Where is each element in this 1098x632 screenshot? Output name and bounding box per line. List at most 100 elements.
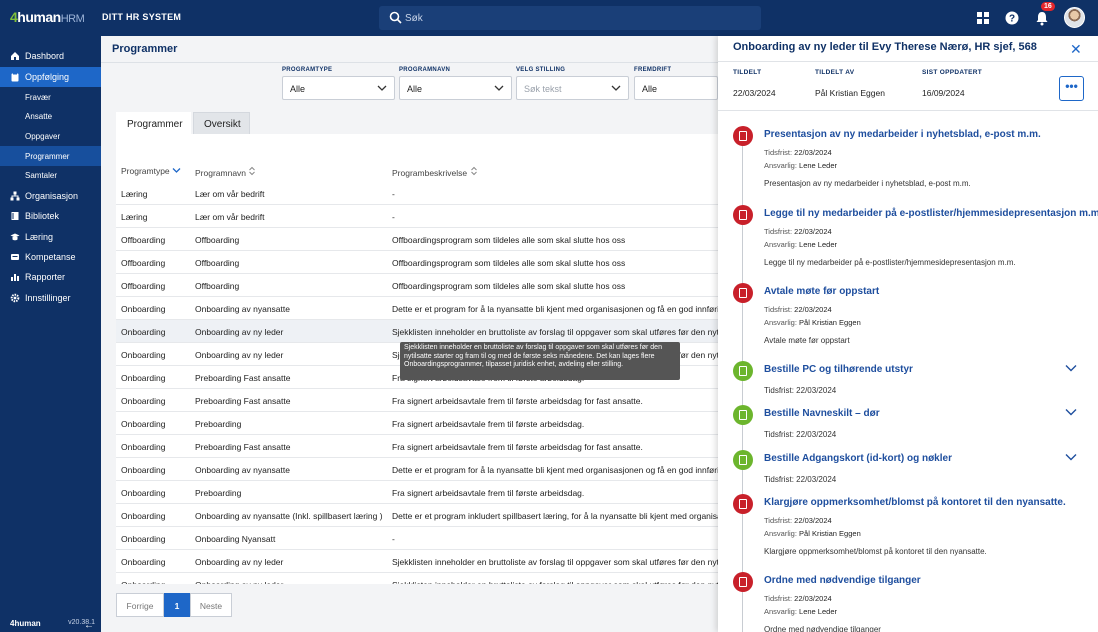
search-icon (389, 11, 402, 24)
help-icon[interactable]: ? (1004, 10, 1020, 26)
cell-programtype: Onboarding (121, 442, 166, 452)
sidebar-item-fravaer[interactable]: Fravær (0, 87, 101, 107)
task-title[interactable]: Bestille Navneskilt – dør (764, 408, 880, 419)
cell-programtype: Offboarding (121, 235, 166, 245)
cell-programnavn: Preboarding Fast ansatte (195, 396, 291, 406)
task-due: Tidsfrist: 22/03/2024 (764, 148, 832, 157)
cell-programtype: Onboarding (121, 373, 166, 383)
org-icon (10, 191, 20, 201)
next-page-button[interactable]: Neste (190, 593, 232, 617)
sidebar-item-rapporter[interactable]: Rapporter (0, 267, 101, 287)
more-options-button[interactable]: ••• (1059, 76, 1084, 101)
sidebar-item-kompetanse[interactable]: Kompetanse (0, 247, 101, 267)
global-search[interactable] (379, 6, 761, 30)
filter-programnavn-select[interactable]: Alle (399, 76, 512, 100)
sort-icon[interactable] (470, 166, 478, 176)
table-row[interactable]: Onboarding Preboarding Fast ansatte Fra si… (116, 389, 718, 412)
header-divider (101, 62, 718, 63)
clipboard-icon (733, 572, 753, 592)
task-description: Presentasjon av ny medarbeider i nyhetsb… (764, 179, 971, 188)
app-logo[interactable]: 4humanHRM (10, 9, 85, 27)
meta-value-tildelt: 22/03/2024 (733, 88, 776, 98)
clipboard-icon (11, 72, 19, 82)
cell-programnavn: Onboarding av nyansatte (Inkl. spillbase… (195, 511, 383, 521)
table-row[interactable]: Læring Lær om vår bedrift - (116, 182, 718, 205)
sidebar-item-oppgaver[interactable]: Oppgaver (0, 126, 101, 146)
svg-text:?: ? (1009, 14, 1015, 25)
task-description: Ordne med nødvendige tilganger (764, 625, 881, 632)
chevron-down-icon[interactable] (1064, 407, 1078, 417)
table-row[interactable]: Onboarding Onboarding av ny leder Sjekklis… (116, 320, 718, 343)
cell-programtype: Offboarding (121, 258, 166, 268)
cell-programbeskrivelse: Sjekklisten inneholder en bruttoliste av… (392, 557, 718, 567)
clipboard-icon (733, 494, 753, 514)
close-icon[interactable]: ✕ (1070, 41, 1082, 58)
table-row[interactable]: Onboarding Preboarding Fast ansatte Fra si… (116, 435, 718, 458)
table-row[interactable]: Onboarding Onboarding Nyansatt - (116, 527, 718, 550)
cell-programnavn: Onboarding av ny leder (195, 580, 385, 584)
table-row[interactable]: Onboarding Onboarding av ny leder Sjekklis… (116, 550, 718, 573)
top-bar: 4humanHRM DITT HR SYSTEM ? 16 (0, 0, 1098, 36)
filter-stilling-select[interactable]: Søk tekst (516, 76, 629, 100)
sidebar-item-dashbord[interactable]: Dashbord (0, 46, 101, 66)
footer-logo: 4human (10, 619, 41, 628)
task-title[interactable]: Bestille PC og tilhørende utstyr (764, 364, 913, 375)
table-row[interactable]: Offboarding Offboarding Offboardingsprogra… (116, 228, 718, 251)
filter-fremdrift-select[interactable]: Alle (634, 76, 718, 100)
table-row[interactable]: Onboarding Onboarding av ny leder Sjekklis… (116, 573, 718, 584)
table-row[interactable]: Offboarding Offboarding Offboardingsprogra… (116, 274, 718, 297)
cell-programnavn: Offboarding (195, 281, 240, 291)
cell-programbeskrivelse: Fra signert arbeidsavtale frem til først… (392, 488, 585, 498)
task-title[interactable]: Legge til ny medarbeider på e-postlister… (764, 208, 1098, 219)
task-due: Tidsfrist: 22/03/2024 (764, 305, 832, 314)
table-row[interactable]: Læring Lær om vår bedrift - (116, 205, 718, 228)
task-title[interactable]: Bestille Adgangskort (id-kort) og nøkler (764, 453, 952, 464)
task-title[interactable]: Klargjøre oppmerksomhet/blomst på kontor… (764, 497, 1066, 508)
task-description: Legge til ny medarbeider på e-postlister… (764, 258, 1016, 267)
tab-programmer[interactable]: Programmer (116, 112, 191, 134)
chevron-down-icon[interactable] (1064, 452, 1078, 462)
task-title[interactable]: Avtale møte før oppstart (764, 286, 879, 297)
task-title[interactable]: Ordne med nødvendige tilganger (764, 575, 921, 586)
cell-programnavn: Lær om vår bedrift (195, 212, 265, 222)
prev-page-button[interactable]: Forrige (116, 593, 164, 617)
cell-programnavn: Lær om vår bedrift (195, 189, 265, 199)
cell-programbeskrivelse: Fra signert arbeidsavtale frem til først… (392, 419, 585, 429)
task-due: Tidsfrist: 22/03/2024 (764, 594, 832, 603)
cell-programnavn: Onboarding av ny leder (195, 557, 284, 567)
clipboard-icon (733, 405, 753, 425)
table-row[interactable]: Onboarding Preboarding Fra signert arbeids… (116, 412, 718, 435)
sidebar-item-programmer[interactable]: Programmer (0, 146, 101, 166)
sidebar-item-oppfolging[interactable]: Oppfølging (0, 67, 101, 87)
sidebar-item-organisasjon[interactable]: Organisasjon (0, 186, 101, 206)
column-header-programtype[interactable]: Programtype (121, 166, 181, 176)
search-input[interactable] (405, 10, 745, 26)
page-1-button[interactable]: 1 (164, 593, 190, 617)
table-row[interactable]: Offboarding Offboarding Offboardingsprogra… (116, 251, 718, 274)
cell-programnavn: Onboarding av ny leder (195, 327, 284, 337)
cell-programbeskrivelse: - (392, 212, 395, 222)
table-row[interactable]: Onboarding Onboarding av nyansatte Dette e… (116, 297, 718, 320)
sidebar-item-laering[interactable]: Læring (0, 227, 101, 247)
task-due: Tidsfrist: 22/03/2024 (764, 386, 837, 395)
cell-programbeskrivelse: Fra signert arbeidsavtale frem til først… (392, 442, 643, 452)
user-avatar[interactable] (1064, 7, 1085, 28)
grid-icon[interactable] (975, 10, 991, 26)
table-row[interactable]: Onboarding Preboarding Fra signert arbeids… (116, 481, 718, 504)
tab-oversikt[interactable]: Oversikt (193, 112, 250, 134)
sidebar-item-innstillinger[interactable]: Innstillinger (0, 288, 101, 308)
chevron-down-icon[interactable] (1064, 363, 1078, 373)
task-due: Tidsfrist: 22/03/2024 (764, 516, 832, 525)
column-header-programnavn[interactable]: Programnavn (195, 166, 256, 178)
filter-programtype-select[interactable]: Alle (282, 76, 395, 100)
table-row[interactable]: Onboarding Onboarding av nyansatte (Inkl.… (116, 504, 718, 527)
sort-down-icon[interactable] (172, 167, 181, 174)
sidebar-item-bibliotek[interactable]: Bibliotek (0, 206, 101, 226)
column-header-programbeskrivelse[interactable]: Programbeskrivelse (392, 166, 478, 178)
sort-icon[interactable] (248, 166, 256, 176)
sidebar-item-samtaler[interactable]: Samtaler (0, 165, 101, 185)
bell-icon[interactable] (1034, 10, 1050, 26)
sidebar-item-ansatte[interactable]: Ansatte (0, 106, 101, 126)
task-title[interactable]: Presentasjon av ny medarbeider i nyhetsb… (764, 129, 1041, 140)
table-row[interactable]: Onboarding Onboarding av nyansatte Dette e… (116, 458, 718, 481)
